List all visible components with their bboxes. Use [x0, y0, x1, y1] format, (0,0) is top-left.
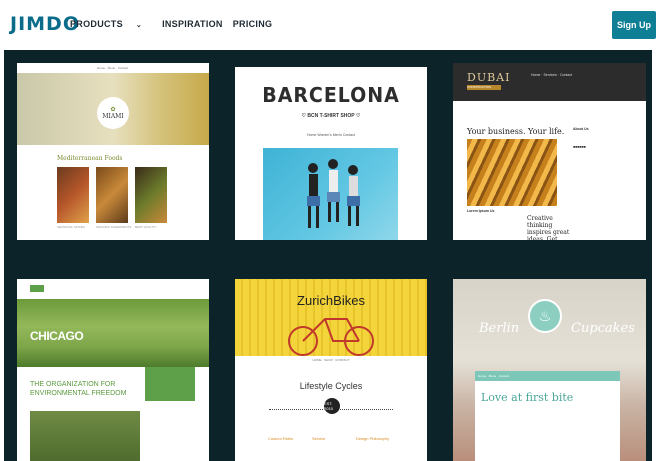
barcelona-subtitle: BCN T-SHIRT SHOP [307, 113, 355, 119]
dubai-title: DUBAI [467, 71, 511, 84]
barcelona-title: BARCELONA [262, 83, 400, 107]
nav-pricing[interactable]: PRICING [233, 19, 273, 29]
dubai-nav: Home · Services · Contact [531, 73, 573, 77]
zurich-nav: HOME · SHOP · CONTACT [312, 358, 350, 362]
zurich-column: Service [312, 436, 326, 441]
ingredients-image [96, 167, 128, 223]
item-label: SEASONAL SPICES [57, 225, 85, 229]
main-nav: PRODUCTS ⌄ INSPIRATION PRICING [70, 19, 282, 29]
barcelona-nav: Home Women's Men's Contact [307, 133, 355, 137]
zurich-badge: EST. 2015 [324, 398, 340, 414]
dubai-quote: Creative thinking inspires great ideas. … [527, 215, 570, 240]
spices-image [57, 167, 89, 223]
nav-inspiration[interactable]: INSPIRATION [162, 19, 223, 29]
chicago-sidebar-box [145, 367, 195, 401]
about-heading: About Us [573, 127, 589, 131]
social-icons: ■■■■■■ [573, 145, 586, 149]
miami-title: MIAMI [102, 113, 124, 120]
template-card-dubai[interactable]: DUBAI CONSTRUCTION Home · Services · Con… [453, 63, 646, 240]
signup-button[interactable]: Sign Up [612, 11, 656, 39]
dubai-heading: Your business. Your life. [467, 127, 565, 136]
bicycle-illustration [288, 318, 374, 356]
zurich-column: Design Philosophy [356, 436, 390, 441]
nav-products-label: PRODUCTS [70, 19, 123, 29]
cupcake-icon: ♨ [528, 299, 562, 333]
top-navbar: JIMDO PRODUCTS ⌄ INSPIRATION PRICING Sign… [0, 0, 656, 50]
template-card-chicago[interactable]: CHICAGO THE ORGANIZATION FOR ENVIRONMENT… [17, 279, 209, 461]
leaf-icon: ✿ [110, 106, 116, 113]
barcelona-photo [263, 148, 398, 240]
miami-subtitle: Mediterranean Foods [57, 155, 123, 162]
berlin-nav: Home · Menu · Contact [475, 371, 620, 381]
template-mini-nav: Home · Menu · Contact [97, 66, 129, 70]
chicago-nav-button [30, 285, 44, 292]
heart-icon: ♡ [354, 113, 361, 119]
zurich-column: Custom Rides [268, 436, 294, 441]
dubai-body-heading: Lorem Ipsum Ux [467, 209, 495, 213]
zurich-hero-image [235, 279, 427, 356]
berlin-title-left: Berlin [479, 321, 520, 336]
miami-logo-circle: ✿ MIAMI [97, 97, 129, 129]
berlin-title-right: Cupcakes [571, 321, 635, 336]
template-card-miami[interactable]: Home · Menu · Contact ✿ MIAMI Mediterran… [17, 63, 209, 240]
template-card-berlin[interactable]: Berlin ♨ Cupcakes Home · Menu · Contact … [453, 279, 646, 461]
chicago-heading: THE ORGANIZATION FOR ENVIRONMENTAL FREED… [30, 381, 127, 397]
item-label: ORGANIC INGREDIENTS [96, 225, 132, 229]
jumping-people-illustration [307, 159, 360, 228]
template-card-zurich[interactable]: ZurichBikes HOME · SHOP · CONTACT Lifest… [235, 279, 427, 461]
chicago-title: CHICAGO [30, 329, 84, 343]
dubai-sidebar: About Us ■■■■■■ [573, 127, 633, 149]
template-gallery: Home · Menu · Contact ✿ MIAMI Mediterran… [4, 50, 652, 461]
berlin-content-panel: Home · Menu · Contact Love at first bite [475, 371, 620, 461]
quality-image [135, 167, 167, 223]
nav-products[interactable]: PRODUCTS ⌄ [70, 19, 152, 29]
dubai-building-image [467, 139, 557, 206]
zurich-heading: Lifestyle Cycles [299, 381, 363, 391]
dubai-header: DUBAI CONSTRUCTION Home · Services · Con… [453, 63, 646, 101]
berlin-heading: Love at first bite [481, 391, 574, 404]
chicago-photo [30, 411, 140, 461]
barcelona-tagline: ♡ BCN T-SHIRT SHOP ♡ [235, 113, 427, 119]
chevron-down-icon: ⌄ [135, 22, 143, 29]
dubai-tagline: CONSTRUCTION [467, 85, 501, 90]
template-card-barcelona[interactable]: BARCELONA ♡ BCN T-SHIRT SHOP ♡ Home Wome… [235, 67, 427, 240]
item-label: BEST QUALITY [135, 225, 157, 229]
zurich-title: ZurichBikes [297, 293, 365, 308]
